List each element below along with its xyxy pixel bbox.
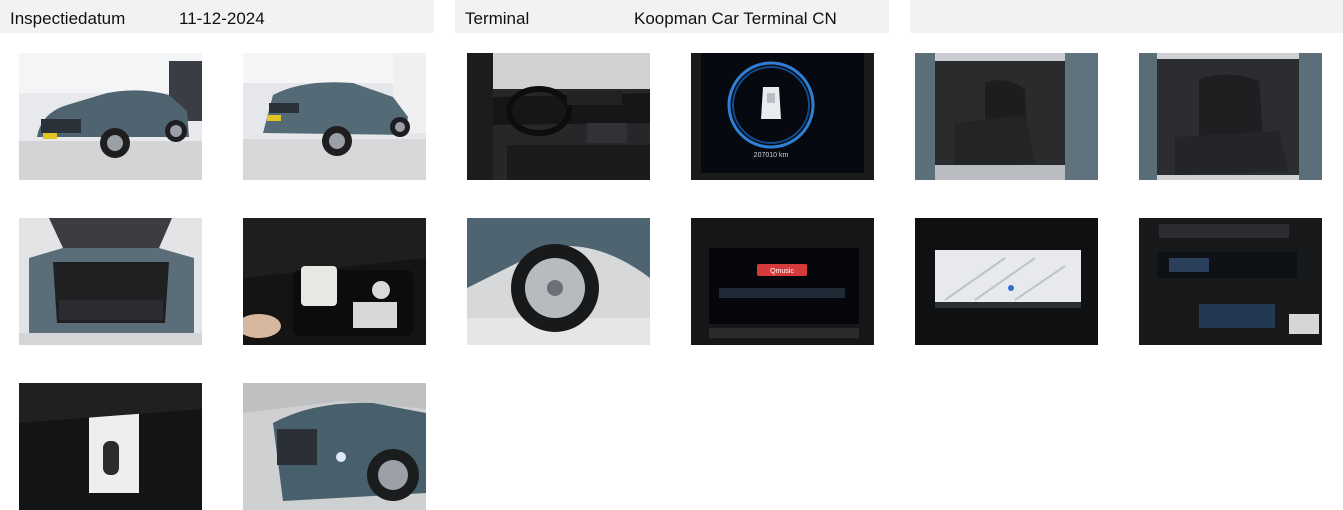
empty-header: [910, 0, 1343, 33]
photo-front-left-exterior[interactable]: [19, 53, 202, 180]
photo-odometer[interactable]: 207010 km: [691, 53, 874, 180]
odometer-reading: 207010 km: [754, 152, 789, 159]
photo-trunk[interactable]: [19, 218, 202, 345]
car-exterior-image: [19, 53, 202, 180]
photo-wheel[interactable]: [467, 218, 650, 345]
photo-repair-kit[interactable]: [243, 218, 426, 345]
photo-rear-seats[interactable]: [1139, 53, 1322, 180]
photo-dashboard[interactable]: [467, 53, 650, 180]
terminal-value: Koopman Car Terminal CN: [634, 9, 837, 28]
front-closeup-image: [243, 383, 426, 510]
rear-seats-image: [1139, 53, 1322, 180]
photo-rear-left-exterior[interactable]: [243, 53, 426, 180]
keys-image: [19, 383, 202, 510]
inspection-date-label: Inspectiedatum: [10, 9, 126, 28]
photo-front-seats[interactable]: [915, 53, 1098, 180]
inspection-header: Inspectiedatum 11-12-2024: [0, 0, 434, 33]
climate-console-image: [1139, 218, 1322, 345]
photo-navigation[interactable]: [915, 218, 1098, 345]
photo-front-closeup[interactable]: [243, 383, 426, 510]
odometer-image: 207010 km: [691, 53, 874, 180]
infotainment-station: Qmusic: [770, 268, 794, 275]
photo-infotainment[interactable]: Qmusic: [691, 218, 874, 345]
car-exterior-image: [243, 53, 426, 180]
trunk-image: [19, 218, 202, 345]
photo-keys[interactable]: [19, 383, 202, 510]
repair-kit-image: [243, 218, 426, 345]
front-seats-image: [915, 53, 1098, 180]
wheel-image: [467, 218, 650, 345]
terminal-label: Terminal: [465, 9, 530, 28]
inspection-date-value: 11-12-2024: [179, 9, 265, 28]
infotainment-image: Qmusic: [691, 218, 874, 345]
terminal-header: Terminal Koopman Car Terminal CN: [455, 0, 889, 33]
photo-climate[interactable]: [1139, 218, 1322, 345]
dashboard-image: [467, 53, 650, 180]
navigation-image: [915, 218, 1098, 345]
